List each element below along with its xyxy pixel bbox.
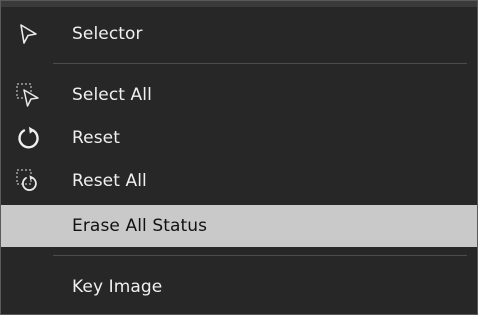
menu-separator (53, 63, 467, 64)
context-menu: Selector Select All Reset Reset All Eras… (0, 0, 478, 315)
select-all-icon (15, 82, 41, 108)
selector-arrow-icon (15, 21, 41, 47)
menu-item-label: Reset All (72, 171, 147, 191)
menu-item-label: Selector (72, 24, 143, 44)
menu-item-label: Key Image (72, 277, 163, 297)
reset-icon (15, 125, 41, 151)
menu-item-selector[interactable]: Selector (1, 13, 477, 55)
menu-top-frame (1, 1, 477, 7)
menu-item-reset[interactable]: Reset (1, 117, 477, 159)
menu-item-reset-all[interactable]: Reset All (1, 160, 477, 202)
menu-item-select-all[interactable]: Select All (1, 74, 477, 116)
reset-all-icon (15, 168, 41, 194)
menu-item-erase-all-status[interactable]: Erase All Status (1, 205, 477, 247)
menu-item-key-image[interactable]: Key Image (1, 266, 477, 308)
menu-item-label: Select All (72, 85, 152, 105)
menu-item-label: Reset (72, 128, 120, 148)
menu-item-label: Erase All Status (72, 216, 208, 236)
menu-separator (53, 255, 467, 256)
